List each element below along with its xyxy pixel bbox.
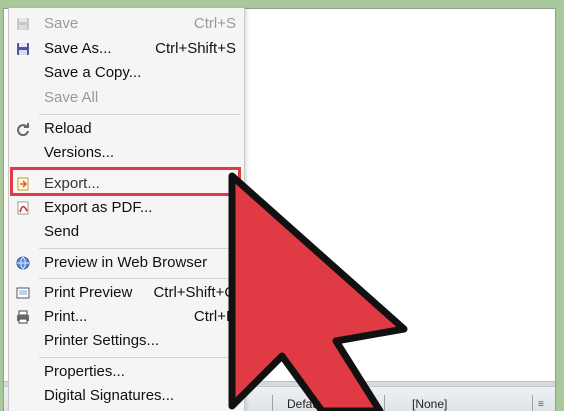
status-separator — [384, 395, 385, 411]
save-icon — [15, 16, 31, 32]
page-style-status[interactable]: Default Style — [287, 397, 355, 411]
printer-icon — [15, 309, 31, 325]
menu-item-print-preview[interactable]: Print Preview Ctrl+Shift+O — [9, 281, 244, 305]
menu-item-label: Print... — [44, 308, 88, 325]
menu-item-label: Export as PDF... — [44, 199, 153, 216]
status-separator — [532, 395, 533, 411]
menu-separator — [39, 114, 240, 115]
language-status[interactable]: [None] — [412, 397, 447, 411]
web-preview-icon — [15, 255, 31, 271]
menu-item-properties[interactable]: Properties... — [9, 360, 244, 384]
menu-item-label: Reload — [44, 120, 92, 137]
selection-mode-icon[interactable]: ≡ — [538, 399, 544, 410]
menu-item-label: Preview in Web Browser — [44, 254, 208, 271]
menu-item-export-as-pdf[interactable]: Export as PDF... — [9, 196, 244, 220]
menu-item-save[interactable]: Save Ctrl+S — [9, 12, 244, 36]
menu-item-label: Properties... — [44, 363, 125, 380]
menu-item-label: Versions... — [44, 144, 115, 161]
menu-item-reload[interactable]: Reload — [9, 117, 244, 141]
menu-item-preview-in-web-browser[interactable]: Preview in Web Browser — [9, 251, 244, 275]
menu-item-printer-settings[interactable]: Printer Settings... — [9, 329, 244, 353]
pdf-icon — [15, 200, 31, 216]
menu-item-label: Send — [44, 223, 80, 240]
menu-item-save-a-copy[interactable]: Save a Copy... — [9, 61, 244, 85]
menu-item-send[interactable]: Send — [9, 220, 244, 244]
menu-item-versions[interactable]: Versions... — [9, 141, 244, 165]
status-separator — [272, 395, 273, 411]
menu-item-label: Print Preview — [44, 284, 133, 301]
print-preview-icon — [15, 285, 31, 301]
menu-item-save-all[interactable]: Save All — [9, 86, 244, 110]
save-as-icon — [15, 41, 31, 57]
menu-item-label: Save a Copy... — [44, 64, 142, 81]
menu-item-save-as[interactable]: Save As... Ctrl+Shift+S — [9, 37, 244, 61]
menu-item-shortcut: Ctrl+P — [193, 308, 236, 325]
document-area[interactable] — [244, 9, 555, 382]
menu-item-shortcut: Ctrl+S — [193, 15, 236, 32]
menu-item-label: Save As... — [44, 40, 112, 57]
menu-item-shortcut: Ctrl+Shift+S — [155, 40, 236, 57]
menu-item-label: Save — [44, 15, 79, 32]
menu-item-label: Printer Settings... — [44, 332, 160, 349]
export-highlight-box — [10, 167, 241, 196]
menu-item-label: Digital Signatures... — [44, 387, 175, 404]
screenshot-frame: Default Style [None] ≡ Save Ctrl+S Save … — [0, 0, 564, 411]
menu-separator — [39, 248, 240, 249]
menu-item-label: Save All — [44, 89, 99, 106]
menu-separator — [39, 278, 240, 279]
file-menu: Save Ctrl+S Save As... Ctrl+Shift+S Save… — [8, 8, 245, 411]
menu-item-print[interactable]: Print... Ctrl+P — [9, 305, 244, 329]
reload-icon — [15, 121, 31, 137]
menu-item-shortcut: Ctrl+Shift+O — [153, 284, 236, 301]
menu-separator — [39, 357, 240, 358]
menu-item-digital-signatures[interactable]: Digital Signatures... — [9, 384, 244, 408]
